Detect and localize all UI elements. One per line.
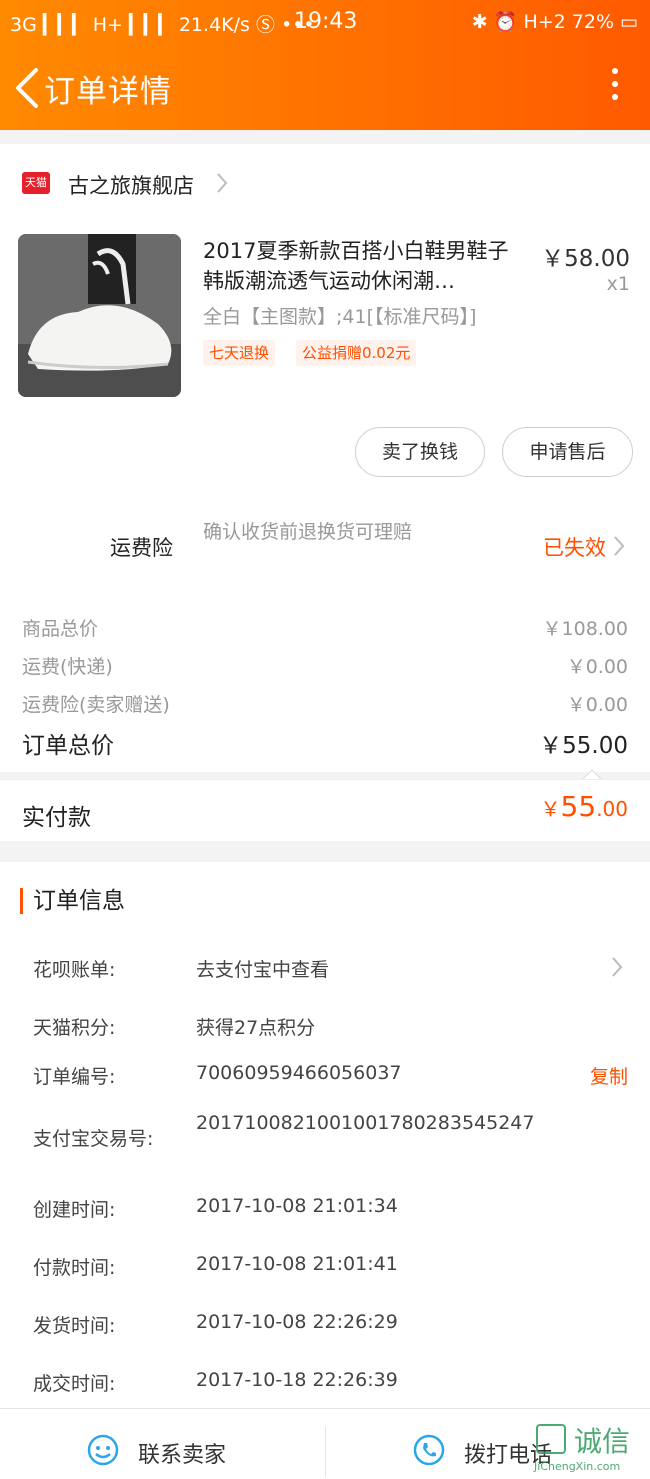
nav-bar: 订单详情 (0, 46, 650, 130)
fee-label: 运费险(卖家赠送) (22, 694, 170, 716)
paid-currency: ￥ (540, 797, 561, 821)
tmall-logo-icon: 天猫 (22, 172, 50, 194)
watermark-logo-icon (536, 1424, 566, 1454)
points-label: 天猫积分: (33, 1017, 116, 1039)
sell-button[interactable]: 卖了换钱 (355, 427, 485, 477)
fee-label: 运费(快递) (22, 656, 113, 678)
fee-value: ￥108.00 (542, 618, 628, 640)
product-sku: 全白【主图款】;41[【标准尺码】] (203, 306, 477, 328)
status-time: 19:43 (294, 9, 358, 34)
status-right: ✱ ⏰ H+2 72% ▭ (471, 11, 638, 33)
alipay-trade-value: 2017100821001001780283545247 (196, 1112, 535, 1134)
order-number-label: 订单编号: (33, 1066, 116, 1088)
product-image[interactable] (18, 234, 181, 397)
paid-amount-row: 实付款 ￥55.00 (0, 779, 650, 841)
paid-time-value: 2017-10-08 21:01:41 (196, 1253, 398, 1275)
huabei-label: 花呗账单: (33, 959, 116, 981)
after-sale-button[interactable]: 申请售后 (502, 427, 633, 477)
chevron-right-icon[interactable] (612, 534, 626, 558)
fee-label: 商品总价 (22, 618, 99, 640)
fee-value: ￥0.00 (566, 656, 628, 678)
insurance-description: 确认收货前退换货可理赔 (203, 521, 413, 543)
product-price: ￥58.00 (541, 246, 630, 272)
contact-seller-button[interactable]: 联系卖家 (138, 1437, 226, 1469)
insurance-label: 运费险 (110, 536, 173, 560)
paid-label: 实付款 (22, 805, 91, 831)
watermark-text: 诚信 (574, 1425, 631, 1458)
app-header: 3G ▎▎▎ H+ ▎▎▎ 21.4K/s Ⓢ ••• 19:43 ✱ ⏰ H+… (0, 0, 650, 130)
shipped-time-label: 发货时间: (33, 1315, 116, 1337)
watermark-url: JiChengXin.com (534, 1460, 621, 1473)
fee-row: 运费险(卖家赠送) ￥0.00 (22, 690, 628, 718)
created-time-value: 2017-10-08 21:01:34 (196, 1195, 398, 1217)
closed-time-label: 成交时间: (33, 1373, 116, 1395)
chevron-right-icon[interactable] (215, 171, 229, 195)
created-time-label: 创建时间: (33, 1199, 116, 1221)
order-total-value: ￥55.00 (539, 733, 628, 759)
divider (325, 1427, 326, 1477)
shop-name[interactable]: 古之旅旗舰店 (68, 170, 194, 200)
page-title: 订单详情 (44, 74, 172, 110)
paid-time-label: 付款时间: (33, 1257, 116, 1279)
paid-amount: ￥55.00 (541, 790, 628, 823)
order-info-section: 订单信息 花呗账单: 去支付宝中查看 天猫积分: 获得27点积分 订单编号: 7… (0, 862, 650, 1408)
paid-integer: 55 (560, 790, 597, 823)
chevron-right-icon[interactable] (610, 955, 624, 979)
fee-value: ￥0.00 (566, 694, 628, 716)
charity-tag: 公益捐赠0.02元 (296, 340, 417, 366)
paid-decimal: .00 (596, 797, 628, 821)
phone-icon[interactable] (412, 1433, 446, 1467)
watermark: 诚信 JiChengXin.com (530, 1418, 650, 1479)
status-bar: 3G ▎▎▎ H+ ▎▎▎ 21.4K/s Ⓢ ••• 19:43 ✱ ⏰ H+… (0, 0, 650, 46)
shoe-image-icon (18, 234, 181, 397)
points-value: 获得27点积分 (196, 1017, 316, 1039)
order-info-title: 订单信息 (20, 888, 125, 914)
fee-row: 运费(快递) ￥0.00 (22, 652, 628, 680)
product-title[interactable]: 2017夏季新款百搭小白鞋男鞋子韩版潮流透气运动休闲潮… (203, 236, 523, 296)
order-total-row: 订单总价 ￥55.00 (22, 726, 628, 760)
product-quantity: x1 (606, 273, 630, 295)
back-arrow-icon[interactable] (12, 66, 44, 110)
order-total-label: 订单总价 (22, 733, 114, 759)
alipay-trade-label: 支付宝交易号: (33, 1128, 154, 1150)
order-card: 天猫 古之旅旗舰店 2017夏季新款百搭小白鞋男鞋子韩版潮流透气运动休闲潮… ￥… (0, 144, 650, 772)
shipped-time-value: 2017-10-08 22:26:29 (196, 1311, 398, 1333)
closed-time-value: 2017-10-18 22:26:39 (196, 1369, 398, 1391)
chat-icon[interactable] (86, 1433, 120, 1467)
return-tag: 七天退换 (203, 340, 276, 366)
copy-button[interactable]: 复制 (590, 1062, 628, 1089)
insurance-status[interactable]: 已失效 (543, 532, 606, 562)
more-menu-icon[interactable] (610, 68, 620, 104)
huabei-value[interactable]: 去支付宝中查看 (196, 955, 329, 982)
status-left: 3G ▎▎▎ H+ ▎▎▎ 21.4K/s Ⓢ ••• (10, 14, 315, 36)
order-number-value: 70060959466056037 (196, 1062, 402, 1084)
fee-row: 商品总价 ￥108.00 (22, 614, 628, 642)
